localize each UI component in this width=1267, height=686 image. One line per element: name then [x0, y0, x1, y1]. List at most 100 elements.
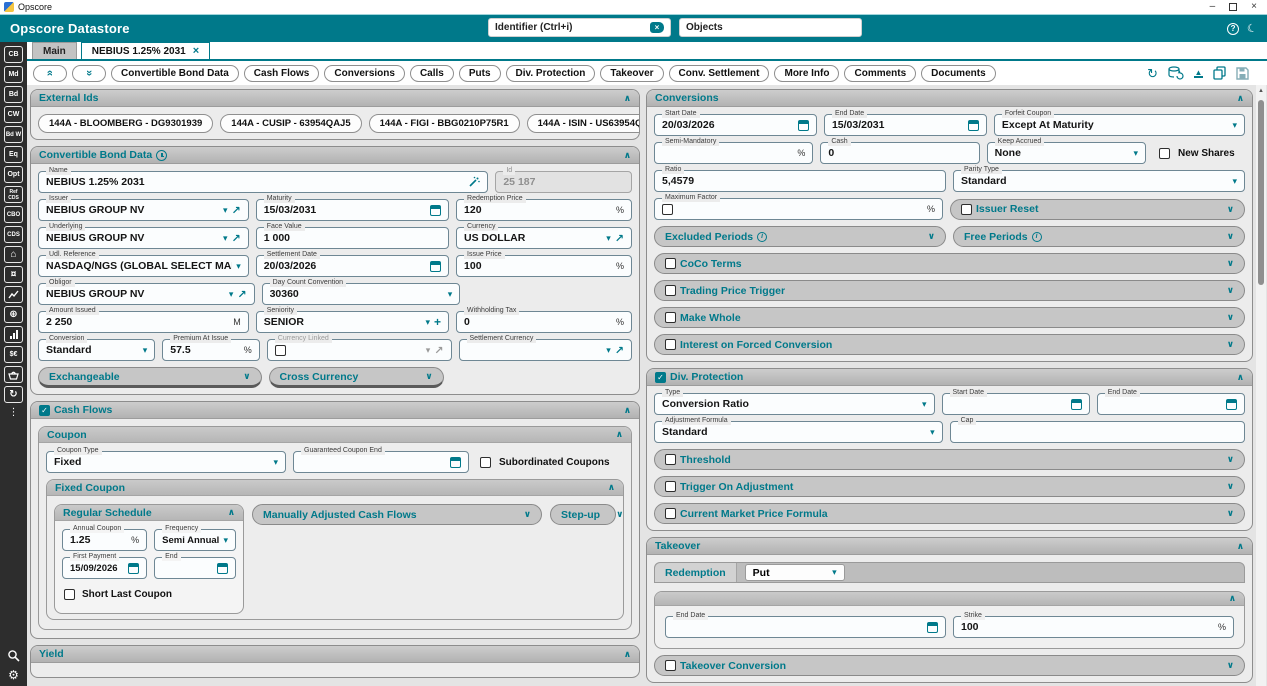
objects-input[interactable] — [686, 22, 855, 33]
premium-at-issue-field[interactable]: Premium At Issue 57.5 % — [162, 339, 260, 361]
info-icon[interactable]: i — [757, 232, 767, 242]
goto-cash-flows-button[interactable]: Cash Flows — [244, 65, 320, 82]
udl-reference-field[interactable]: Udl. Reference NASDAQ/NGS (GLOBAL SELECT… — [38, 255, 249, 277]
close-button[interactable]: × — [1251, 2, 1257, 12]
coco-terms-checkbox[interactable] — [665, 258, 676, 269]
goto-takeover-button[interactable]: Takeover — [600, 65, 663, 82]
withholding-tax-field[interactable]: Withholding Tax 0 % — [456, 311, 632, 333]
div-protection-type-field[interactable]: Type Conversion Ratio ▾ — [654, 393, 935, 415]
trading-price-trigger-checkbox[interactable] — [665, 285, 676, 296]
sync-icon[interactable]: ↻ — [4, 386, 23, 403]
div-protection-header[interactable]: ✓Div. Protection ∧ — [647, 369, 1252, 386]
conversions-header[interactable]: Conversions ∧ — [647, 90, 1252, 107]
fixed-coupon-header[interactable]: Fixed Coupon ∧ — [47, 480, 623, 496]
name-field[interactable]: Name NEBIUS 1.25% 2031 — [38, 171, 488, 193]
database-sync-icon[interactable] — [1168, 66, 1184, 80]
chevron-down-icon[interactable]: ▾ — [606, 233, 611, 244]
maturity-field[interactable]: Maturity 15/03/2031 — [256, 199, 449, 221]
div-protection-end-date-field[interactable]: End Date — [1097, 393, 1245, 415]
chevron-down-icon[interactable]: ∨ — [616, 509, 623, 520]
chevron-down-icon[interactable]: ∨ — [524, 509, 531, 520]
seniority-field[interactable]: Seniority SENIOR ▾ + — [256, 311, 449, 333]
sidebar-item-cbo[interactable]: CBO — [4, 206, 23, 223]
external-ids-header[interactable]: External Ids ∧ — [31, 90, 639, 107]
strike-field[interactable]: Strike 100 % — [953, 616, 1234, 638]
redemption-put-header[interactable]: ∧ — [655, 592, 1244, 606]
frequency-field[interactable]: Frequency Semi Annual ▾ — [154, 529, 236, 551]
cash-field[interactable]: Cash 0 — [820, 142, 979, 164]
chevron-down-icon[interactable]: ▾ — [832, 567, 837, 578]
sidebar-item-eq[interactable]: Eq — [4, 146, 23, 163]
maximize-button[interactable] — [1229, 3, 1237, 11]
step-up-collapsed-panel[interactable]: Step-up ∨ — [550, 504, 616, 525]
plus-icon[interactable]: + — [434, 315, 441, 329]
more-items-icon[interactable]: ⋮ — [9, 407, 19, 418]
trigger-on-adjustment-checkbox[interactable] — [665, 481, 676, 492]
chevron-up-icon[interactable]: ∧ — [1237, 93, 1244, 104]
chevron-down-icon[interactable]: ▾ — [223, 535, 228, 546]
chevron-down-icon[interactable]: ∨ — [1227, 285, 1234, 296]
calendar-icon[interactable] — [968, 120, 979, 131]
current-market-price-formula-checkbox[interactable] — [665, 508, 676, 519]
external-id-chip[interactable]: 144A - BLOOMBERG - DG9301939 — [38, 114, 213, 133]
external-link-icon[interactable]: ↗ — [232, 232, 241, 245]
calendar-icon[interactable] — [927, 622, 938, 633]
scroll-up-arrow[interactable]: ▲ — [1256, 85, 1266, 94]
goto-more-info-button[interactable]: More Info — [774, 65, 839, 82]
currency-pair-icon[interactable]: $€ — [4, 346, 23, 363]
make-whole-checkbox[interactable] — [665, 312, 676, 323]
expand-all-button[interactable]: » — [72, 65, 106, 82]
new-shares-checkbox[interactable] — [1159, 148, 1170, 159]
copy-icon[interactable] — [1213, 66, 1226, 80]
coins-icon[interactable]: ¤ — [4, 266, 23, 283]
chevron-down-icon[interactable]: ∨ — [243, 371, 250, 382]
regular-schedule-header[interactable]: Regular Schedule ∧ — [55, 505, 243, 521]
line-chart-icon[interactable] — [4, 286, 23, 303]
chevron-down-icon[interactable]: ∨ — [1227, 258, 1234, 269]
chevron-down-icon[interactable]: ▾ — [1133, 148, 1138, 159]
bank-icon[interactable]: ⌂ — [4, 246, 23, 263]
sidebar-item-cds[interactable]: CDS — [4, 226, 23, 243]
objects-search-field[interactable] — [679, 18, 862, 37]
tab-nebius[interactable]: NEBIUS 1.25% 2031 × — [81, 42, 210, 59]
collapse-all-button[interactable]: » — [33, 65, 67, 82]
day-count-convention-field[interactable]: Day Count Convention 30360 ▾ — [262, 283, 461, 305]
settlement-currency-field[interactable]: Settlement Currency ▾ ↗ — [459, 339, 632, 361]
underlying-field[interactable]: Underlying NEBIUS GROUP NV ▾ ↗ — [38, 227, 249, 249]
goto-conversions-button[interactable]: Conversions — [324, 65, 405, 82]
issuer-reset-checkbox[interactable] — [961, 204, 972, 215]
manually-adjusted-cash-flows-collapsed-panel[interactable]: Manually Adjusted Cash Flows ∨ — [252, 504, 542, 525]
keep-accrued-field[interactable]: Keep Accrued None ▾ — [987, 142, 1146, 164]
chevron-down-icon[interactable]: ∨ — [1227, 231, 1234, 242]
calendar-icon[interactable] — [430, 261, 441, 272]
annual-coupon-field[interactable]: Annual Coupon 1.25 % — [62, 529, 147, 551]
chevron-down-icon[interactable]: ▾ — [930, 427, 935, 438]
div-protection-start-date-field[interactable]: Start Date — [942, 393, 1090, 415]
make-whole-collapsed-panel[interactable]: Make Whole ∨ — [654, 307, 1245, 328]
identifier-search-field[interactable]: × — [488, 18, 671, 37]
coco-terms-collapsed-panel[interactable]: CoCo Terms ∨ — [654, 253, 1245, 274]
sidebar-item-md[interactable]: Md — [4, 66, 23, 83]
external-link-icon[interactable]: ↗ — [615, 232, 624, 245]
external-link-icon[interactable]: ↗ — [232, 204, 241, 217]
convertible-bond-data-header[interactable]: Convertible Bond Data ∧ — [31, 147, 639, 164]
chevron-up-icon[interactable]: ∧ — [1237, 372, 1244, 383]
currency-field[interactable]: Currency US DOLLAR ▾ ↗ — [456, 227, 632, 249]
adjustment-formula-field[interactable]: Adjustment Formula Standard ▾ — [654, 421, 943, 443]
goto-conv-settlement-button[interactable]: Conv. Settlement — [669, 65, 770, 82]
calendar-icon[interactable] — [217, 563, 228, 574]
settlement-date-field[interactable]: Settlement Date 20/03/2026 — [256, 255, 449, 277]
chevron-down-icon[interactable]: ▾ — [236, 261, 241, 272]
chevron-down-icon[interactable]: ▾ — [448, 289, 453, 300]
external-id-chip[interactable]: 144A - FIGI - BBG0210P75R1 — [369, 114, 520, 133]
basket-icon[interactable] — [4, 366, 23, 383]
upload-icon[interactable]: ▲ — [1194, 69, 1203, 78]
gear-icon[interactable]: ⚙ — [8, 668, 19, 682]
issuer-field[interactable]: Issuer NEBIUS GROUP NV ▾ ↗ — [38, 199, 249, 221]
coupon-type-field[interactable]: Coupon Type Fixed ▾ — [46, 451, 286, 473]
redemption-tab[interactable]: Redemption — [655, 563, 737, 582]
conversion-field[interactable]: Conversion Standard ▾ — [38, 339, 155, 361]
currency-linked-field[interactable]: Currency Linked ▾ ↗ — [267, 339, 452, 361]
calendar-icon[interactable] — [1071, 399, 1082, 410]
calendar-icon[interactable] — [798, 120, 809, 131]
